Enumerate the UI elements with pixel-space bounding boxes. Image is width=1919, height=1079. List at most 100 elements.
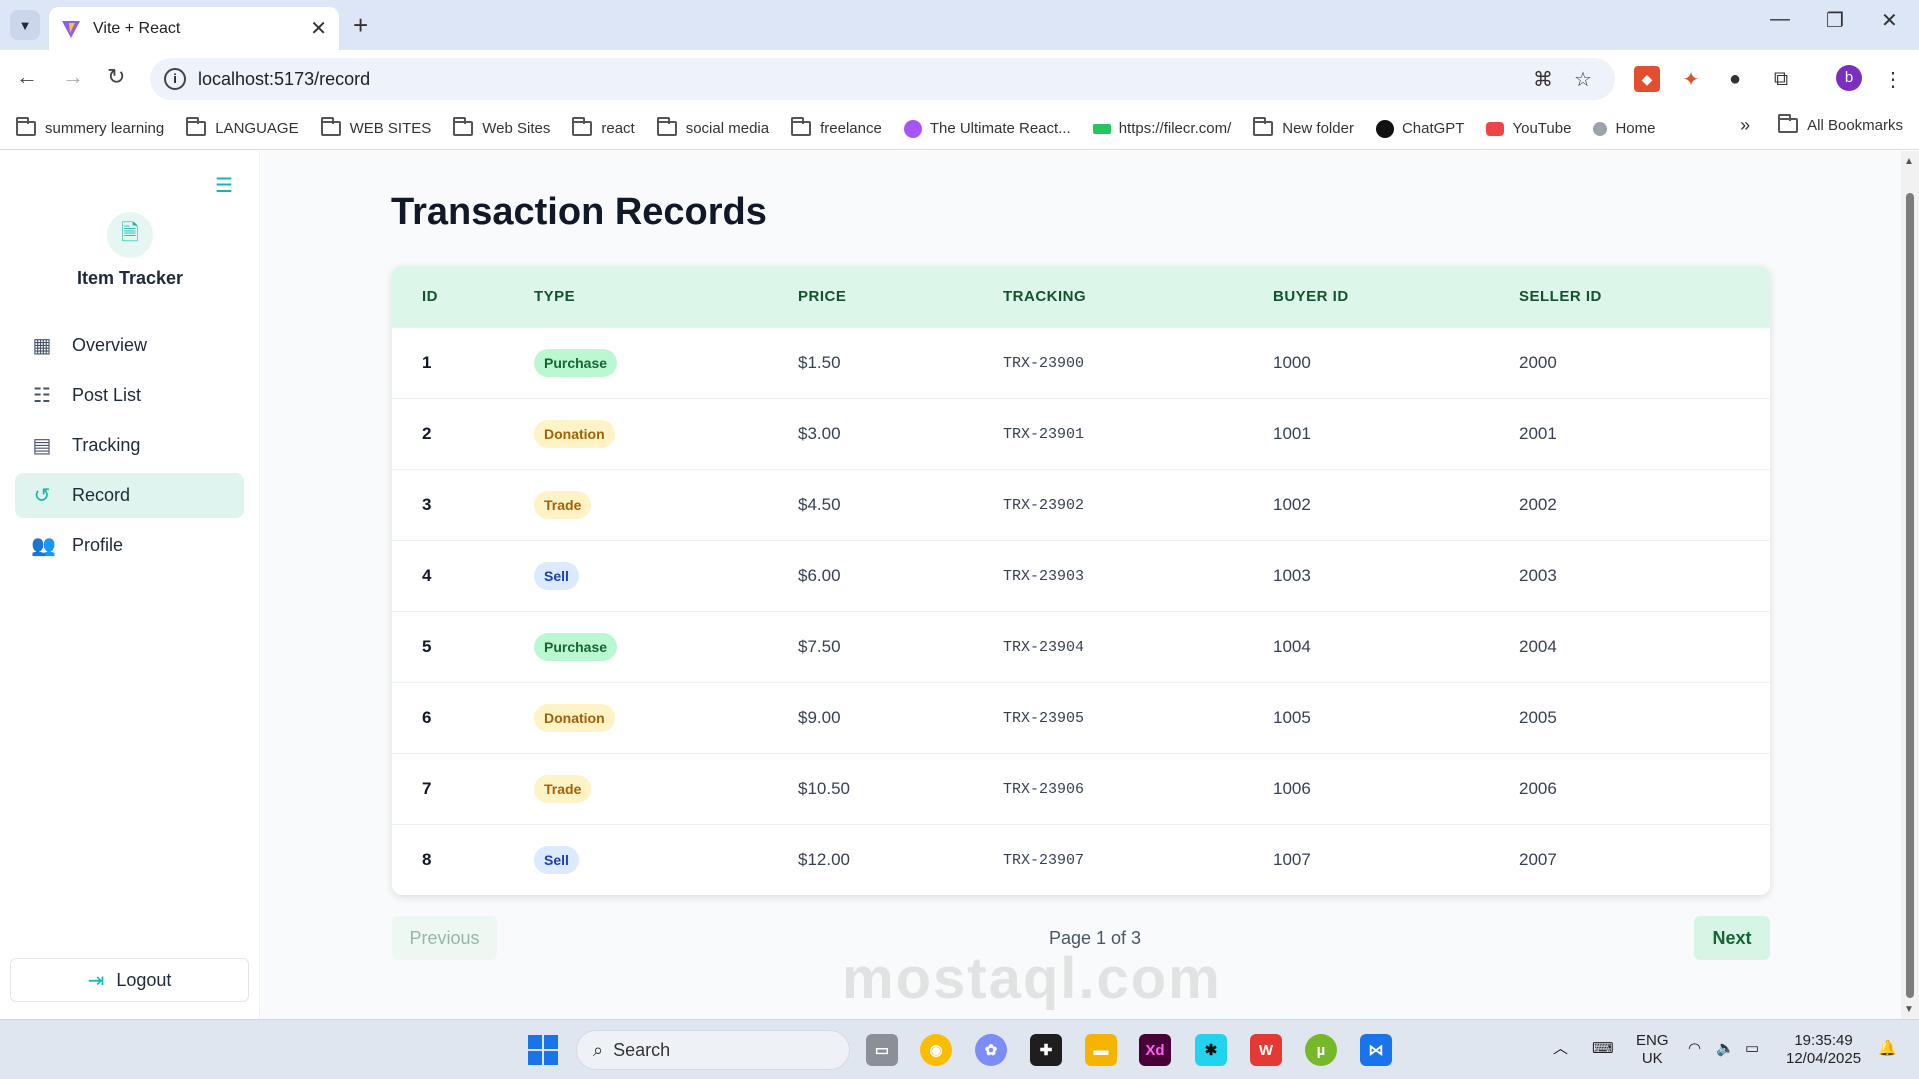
file-app-icon[interactable]: ▭	[866, 1034, 898, 1066]
bookmark-folder[interactable]: Web Sites	[453, 117, 550, 137]
history-icon: ↺	[33, 485, 51, 507]
cell-buyer-id: 1000	[1273, 353, 1311, 372]
adobe-xd-icon[interactable]: Xd	[1139, 1034, 1171, 1066]
bookmark-folder[interactable]: LANGUAGE	[186, 117, 299, 137]
sidebar-item-tracking[interactable]: ▤ Tracking	[15, 423, 244, 468]
bookmark-folder[interactable]: summery learning	[16, 117, 164, 137]
sidebar-item-profile[interactable]: 👥 Profile	[15, 523, 244, 568]
back-icon[interactable]: ←	[16, 64, 38, 90]
bookmark-folder[interactable]: freelance	[791, 117, 882, 137]
collapse-sidebar-icon[interactable]: ☰	[215, 173, 233, 198]
more-bookmarks-icon[interactable]: »	[1740, 115, 1750, 136]
cell-price: $3.00	[798, 424, 841, 443]
chatgpt-icon	[1375, 119, 1394, 138]
folder-icon	[1778, 114, 1799, 133]
windows-start-icon[interactable]	[528, 1035, 558, 1065]
folder-icon	[453, 117, 474, 136]
home-favicon-icon	[1593, 121, 1608, 136]
cell-tracking: TRX-23905	[1003, 709, 1085, 727]
cell-id: 4	[422, 566, 432, 585]
scroll-up-icon[interactable]: ▲	[1904, 156, 1914, 167]
file-explorer-icon[interactable]: ▬	[1085, 1034, 1117, 1066]
notifications-icon[interactable]: 🔔	[1878, 1040, 1897, 1058]
extension-mouse-icon[interactable]: ✦	[1678, 66, 1704, 92]
scrollbar-thumb[interactable]	[1906, 193, 1914, 998]
cell-id: 1	[422, 353, 432, 372]
translate-icon[interactable]: ⌘	[1530, 66, 1556, 92]
tab-title: Vite + React	[93, 19, 181, 37]
reload-icon[interactable]: ↻	[107, 64, 125, 90]
bookmarks-bar: summery learning LANGUAGE WEB SITES Web …	[0, 108, 1919, 150]
battery-icon[interactable]: ▭	[1745, 1040, 1759, 1058]
type-badge: Trade	[534, 491, 592, 519]
browser-tab[interactable]: Vite + React ✕	[49, 7, 339, 50]
wifi-icon[interactable]: ◠	[1688, 1040, 1701, 1058]
sidebar-item-record[interactable]: ↺ Record	[15, 473, 244, 518]
youtube-icon	[1486, 121, 1505, 136]
table-row: 5 Purchase $7.50 TRX-23904 1004 2004	[392, 611, 1770, 682]
extension-icon[interactable]: ◆	[1634, 66, 1660, 92]
new-tab-button[interactable]: +	[353, 10, 368, 40]
next-button[interactable]: Next	[1694, 916, 1770, 960]
address-bar[interactable]: i localhost:5173/record	[150, 58, 1615, 100]
keyboard-icon[interactable]: ⌨	[1592, 1040, 1614, 1058]
cell-tracking: TRX-23900	[1003, 354, 1085, 372]
bookmark-folder[interactable]: react	[572, 117, 635, 137]
forward-icon[interactable]: →	[62, 64, 84, 90]
restore-icon[interactable]: ❐	[1826, 8, 1844, 33]
show-hidden-icons[interactable]: ︿	[1553, 1040, 1568, 1058]
cell-tracking: TRX-23903	[1003, 567, 1085, 585]
url-text: localhost:5173/record	[198, 68, 371, 89]
bookmark-star-icon[interactable]: ☆	[1570, 66, 1596, 92]
cell-price: $1.50	[798, 353, 841, 372]
sidebar-item-post-list[interactable]: ☷ Post List	[15, 373, 244, 418]
wps-icon[interactable]: W	[1250, 1034, 1282, 1066]
column-header-id: ID	[422, 288, 438, 305]
taskbar	[0, 1019, 1919, 1079]
logout-button[interactable]: ⇥ Logout	[10, 958, 249, 1002]
cell-seller-id: 2005	[1519, 708, 1557, 727]
scroll-down-icon[interactable]: ▼	[1904, 1004, 1914, 1015]
site-favicon-icon	[903, 119, 922, 138]
close-window-icon[interactable]: ✕	[1881, 8, 1898, 33]
bookmark-link[interactable]: The Ultimate React...	[903, 119, 1071, 138]
all-bookmarks[interactable]: » All Bookmarks	[1740, 114, 1903, 136]
bookmark-link[interactable]: https://filecr.com/	[1092, 120, 1231, 137]
asterisk-app-icon[interactable]: ✱	[1195, 1034, 1227, 1066]
cell-price: $6.00	[798, 566, 841, 585]
cell-buyer-id: 1002	[1273, 495, 1311, 514]
copilot-icon[interactable]: ✿	[975, 1034, 1007, 1066]
records-table: ID TYPE PRICE TRACKING BUYER ID SELLER I…	[392, 266, 1770, 895]
bookmark-folder[interactable]: social media	[656, 117, 769, 137]
bookmark-link[interactable]: ChatGPT	[1375, 119, 1464, 138]
bookmark-folder[interactable]: WEB SITES	[320, 117, 431, 137]
sidebar-item-overview[interactable]: ▦ Overview	[15, 323, 244, 368]
tab-search-button[interactable]: ▼	[10, 10, 40, 40]
sidebar-nav: ▦ Overview ☷ Post List ▤ Tracking ↺ Record 👥…	[15, 323, 244, 573]
brand-name: Item Tracker	[76, 268, 184, 288]
bookmark-link[interactable]: Home	[1593, 120, 1655, 137]
volume-icon[interactable]: 🔈	[1716, 1040, 1735, 1058]
vscode-icon[interactable]: ⋈	[1360, 1034, 1392, 1066]
clock[interactable]: 19:35:49 12/04/2025	[1786, 1032, 1861, 1068]
cell-tracking: TRX-23907	[1003, 851, 1085, 869]
language-indicator[interactable]: ENG UK	[1636, 1032, 1669, 1068]
column-header-price: PRICE	[798, 288, 847, 305]
chrome-icon[interactable]: ◉	[920, 1034, 952, 1066]
taskbar-search[interactable]: ⌕ Search	[576, 1030, 850, 1070]
site-info-icon[interactable]: i	[164, 68, 186, 90]
type-badge: Donation	[534, 420, 615, 448]
close-tab-icon[interactable]: ✕	[310, 16, 327, 41]
minimize-icon[interactable]: —	[1770, 8, 1790, 31]
previous-button[interactable]: Previous	[392, 916, 497, 960]
figma-icon[interactable]: ✚	[1030, 1034, 1062, 1066]
utorrent-icon[interactable]: µ	[1305, 1034, 1337, 1066]
bookmark-folder[interactable]: New folder	[1253, 117, 1354, 137]
extensions-puzzle-icon[interactable]: ⧉	[1768, 66, 1794, 92]
profile-avatar[interactable]: b	[1836, 65, 1862, 91]
bookmark-link[interactable]: YouTube	[1486, 120, 1571, 137]
cell-buyer-id: 1005	[1273, 708, 1311, 727]
extension-triangle-icon[interactable]: ●	[1722, 66, 1748, 92]
menu-kebab-icon[interactable]: ⋮	[1880, 66, 1906, 92]
cell-price: $7.50	[798, 637, 841, 656]
